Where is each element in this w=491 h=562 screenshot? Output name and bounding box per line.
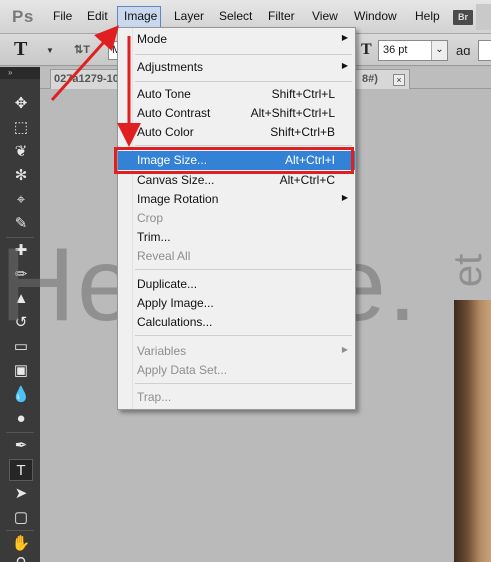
menu-window[interactable]: Window: [354, 9, 397, 23]
path-selection-tool-icon[interactable]: ➤: [9, 483, 33, 505]
submenu-arrow-icon: ▶: [341, 345, 348, 354]
menu-item-label: Calculations...: [137, 315, 213, 329]
menu-file[interactable]: File: [53, 9, 72, 23]
bridge-button[interactable]: Br: [453, 10, 473, 25]
font-size-field[interactable]: 36 pt ⌄: [378, 40, 448, 61]
shape-tool-icon[interactable]: ▢: [9, 507, 33, 529]
menu-item-label: Auto Color: [137, 125, 194, 139]
menu-item-variables[interactable]: Variables ▶: [118, 342, 355, 361]
menu-item-auto-tone[interactable]: Auto Tone Shift+Ctrl+L: [118, 85, 355, 104]
dodge-tool-icon[interactable]: ●: [9, 408, 33, 430]
menu-item-duplicate[interactable]: Duplicate...: [118, 275, 355, 294]
marquee-tool-icon[interactable]: ⬚: [9, 117, 33, 139]
menu-separator: [135, 54, 352, 55]
menu-item-mode[interactable]: Mode ▶: [118, 30, 355, 49]
menu-item-label: Mode: [137, 32, 168, 46]
menu-item-shortcut: Alt+Ctrl+C: [279, 173, 335, 187]
watermark-suffix: et: [446, 253, 491, 288]
menu-item-apply-data-set[interactable]: Apply Data Set...: [118, 361, 355, 380]
chevron-down-icon: ▼: [46, 46, 54, 55]
image-menu-dropdown: Mode ▶ Adjustments ▶ Auto Tone Shift+Ctr…: [117, 27, 356, 410]
menu-item-image-rotation[interactable]: Image Rotation ▶: [118, 190, 355, 209]
menu-item-label: Trap...: [137, 390, 172, 404]
anti-alias-icon: aɑ: [456, 43, 471, 58]
font-size-icon: T: [361, 41, 372, 58]
menu-item-reveal-all[interactable]: Reveal All: [118, 247, 355, 266]
gradient-tool-icon[interactable]: ▣: [9, 360, 33, 382]
menu-item-label: Apply Image...: [137, 296, 214, 310]
menu-item-label: Canvas Size...: [137, 173, 215, 187]
menu-item-shortcut: Alt+Shift+Ctrl+L: [250, 106, 335, 120]
menu-item-adjustments[interactable]: Adjustments ▶: [118, 58, 355, 77]
pen-tool-icon[interactable]: ✒: [9, 435, 33, 457]
menu-item-label: Crop: [137, 211, 164, 225]
menu-item-label: Apply Data Set...: [137, 363, 228, 377]
menu-separator: [135, 81, 352, 82]
hand-tool-icon[interactable]: ✋: [9, 533, 33, 555]
type-tool-icon: T: [14, 38, 28, 60]
tool-divider: [6, 530, 34, 531]
chevron-down-icon[interactable]: ⌄: [431, 41, 447, 60]
menubar-right-controls: [476, 4, 491, 30]
tool-divider: [6, 432, 34, 433]
menu-filter[interactable]: Filter: [268, 9, 295, 23]
menu-separator: [135, 145, 352, 146]
menu-separator: [135, 269, 352, 270]
menu-item-label: Duplicate...: [137, 277, 198, 291]
move-tool-icon[interactable]: ✥: [9, 93, 33, 115]
menu-help[interactable]: Help: [415, 9, 440, 23]
menu-item-label: Adjustments: [137, 60, 204, 74]
highlight-box: [114, 147, 354, 174]
menu-item-label: Auto Contrast: [137, 106, 211, 120]
font-size-value: 36 pt: [383, 44, 408, 56]
document-tab-mode: 8#): [362, 73, 378, 85]
menu-separator: [135, 383, 352, 384]
quick-selection-tool-icon[interactable]: ✻: [9, 165, 33, 187]
menu-item-label: Trim...: [137, 230, 171, 244]
type-tool-icon[interactable]: T: [9, 459, 33, 481]
menu-layer[interactable]: Layer: [174, 9, 204, 23]
menu-select[interactable]: Select: [219, 9, 252, 23]
menu-item-crop[interactable]: Crop: [118, 209, 355, 228]
text-orientation-icon[interactable]: ⇅T: [74, 43, 90, 56]
menu-item-auto-contrast[interactable]: Auto Contrast Alt+Shift+Ctrl+L: [118, 104, 355, 123]
zoom-tool-icon[interactable]: ⚲: [9, 553, 33, 562]
menu-view[interactable]: View: [312, 9, 338, 23]
submenu-arrow-icon: ▶: [341, 193, 348, 202]
submenu-arrow-icon: ▶: [341, 61, 348, 70]
menu-item-shortcut: Shift+Ctrl+B: [270, 125, 335, 139]
panel-collapse-icon[interactable]: »: [0, 67, 40, 79]
menu-image-label[interactable]: Image: [124, 9, 157, 23]
menu-item-apply-image[interactable]: Apply Image...: [118, 294, 355, 313]
menu-item-calculations[interactable]: Calculations...: [118, 313, 355, 332]
menu-item-label: Reveal All: [137, 249, 191, 263]
menu-item-label: Auto Tone: [137, 87, 191, 101]
menu-item-trap[interactable]: Trap...: [118, 388, 355, 407]
menu-edit[interactable]: Edit: [87, 9, 108, 23]
menu-separator: [135, 335, 352, 336]
close-icon[interactable]: ×: [393, 74, 405, 86]
document-tab-title: 027a1279-10: [54, 73, 119, 85]
tool-preset-picker[interactable]: T ▼: [14, 38, 56, 62]
menu-item-label: Variables: [137, 344, 187, 358]
lasso-tool-icon[interactable]: ❦: [9, 141, 33, 163]
menu-item-trim[interactable]: Trim...: [118, 228, 355, 247]
submenu-arrow-icon: ▶: [341, 33, 348, 42]
menu-item-label: Image Rotation: [137, 192, 219, 206]
anti-alias-field[interactable]: [478, 40, 491, 61]
blur-tool-icon[interactable]: 💧: [9, 384, 33, 406]
menu-item-shortcut: Shift+Ctrl+L: [271, 87, 335, 101]
crop-tool-icon[interactable]: ⌖: [9, 189, 33, 211]
document-image: [454, 300, 491, 562]
menu-item-auto-color[interactable]: Auto Color Shift+Ctrl+B: [118, 123, 355, 142]
photoshop-logo: Ps: [12, 7, 34, 26]
